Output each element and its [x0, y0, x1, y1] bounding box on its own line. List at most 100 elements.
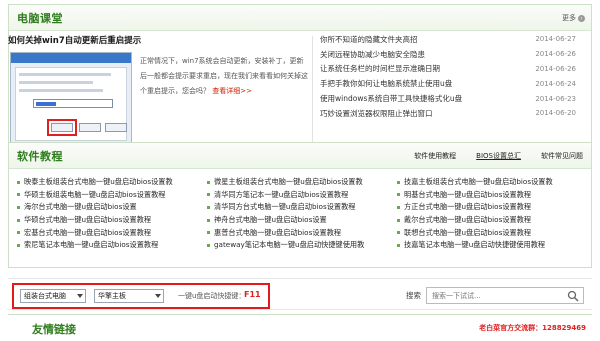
news-title[interactable]: 巧妙设置浏览器权限阻止弹出窗口 [320, 108, 433, 119]
column-divider [312, 36, 313, 156]
news-title[interactable]: 关闭远程协助减少电脑安全隐患 [320, 49, 425, 60]
brand-select[interactable]: 华擎主板 [94, 289, 164, 303]
bullet-icon [207, 193, 210, 197]
text-line-graphic [19, 73, 111, 76]
list-item[interactable]: 巧妙设置浏览器权限阻止弹出窗口 2014-06-20 [320, 106, 576, 121]
news-date: 2014-06-23 [535, 94, 576, 103]
list-item-label: 清华同方台式电脑一键u盘启动bios设置教程 [214, 202, 356, 212]
bullet-icon [207, 180, 210, 184]
list-item[interactable]: 华硕主板组装电脑一键u盘启动bios设置教程 [17, 189, 207, 202]
list-item-label: 华硕台式电脑一键u盘启动bios设置教程 [24, 215, 152, 225]
search-label: 搜索 [406, 291, 421, 300]
computer-class-header: 电脑课堂 更多 › [9, 5, 591, 31]
cancel-button-graphic [79, 123, 101, 132]
more-link[interactable]: 更多 › [562, 13, 585, 23]
text-line-graphic [19, 89, 103, 92]
dropdown-arrow-icon [155, 294, 161, 298]
hotkey-search-bar: 组装台式电脑 华擎主板 一键u盘启动快捷键： F11 搜索 [8, 278, 592, 310]
bios-tutorial-list: 映泰主板组装台式电脑一键u盘启动bios设置教 微星主板组装台式电脑一键u盘启动… [17, 176, 587, 252]
list-item[interactable]: 海尔台式电脑一键u盘启动bios设置 [17, 201, 207, 214]
list-item[interactable]: 清华同方笔记本一键u盘启动bios设置教程 [207, 189, 397, 202]
news-date: 2014-06-26 [535, 50, 576, 59]
news-date: 2014-06-20 [535, 109, 576, 118]
list-item[interactable]: 明基台式电脑一键u盘启动bios设置教程 [397, 189, 587, 202]
qq-group-contact[interactable]: 老白菜官方交流群：128829469 [479, 323, 586, 333]
list-item[interactable]: 技嘉主板组装台式电脑一键u盘启动bios设置教 [397, 176, 587, 189]
software-tutorial-panel: 软件教程 软件使用教程 BIOS设置总汇 软件常见问题 映泰主板组装台式电脑一键… [8, 142, 592, 268]
bullet-icon [207, 205, 210, 209]
input-field-graphic [33, 99, 113, 108]
hotkey-value: F11 [244, 290, 261, 299]
list-item[interactable]: 微星主板组装台式电脑一键u盘启动bios设置教 [207, 176, 397, 189]
news-title[interactable]: 手把手教你如何让电脑系统禁止使用u盘 [320, 78, 452, 89]
list-item[interactable]: 索尼笔记本电脑一键u盘启动bios设置教程 [17, 239, 207, 252]
list-item[interactable]: 宏基台式电脑一键u盘启动bios设置教程 [17, 226, 207, 239]
software-title: 软件教程 [17, 150, 63, 163]
list-item[interactable]: 惠普台式电脑一键u盘启动bios设置教程 [207, 226, 397, 239]
news-title[interactable]: 你所不知道的隐藏文件夹高招 [320, 34, 418, 45]
list-item[interactable]: 让系统任务栏的时间栏显示准确日期 2014-06-26 [320, 62, 576, 77]
bullet-icon [17, 231, 20, 235]
list-item[interactable]: 技嘉笔记本电脑一键u盘启动快捷键使用教程 [397, 239, 587, 252]
list-item[interactable]: 使用windows系统自带工具快捷格式化u盘 2014-06-23 [320, 91, 576, 106]
bullet-icon [397, 205, 400, 209]
list-item[interactable]: gateway笔记本电脑一键u盘启动快捷键使用教 [207, 239, 397, 252]
highlight-box-graphic [47, 119, 77, 136]
list-item-label: 技嘉主板组装台式电脑一键u盘启动bios设置教 [404, 177, 553, 187]
tab-software-faq[interactable]: 软件常见问题 [541, 151, 583, 161]
bullet-icon [397, 243, 400, 247]
bullet-icon [397, 218, 400, 222]
pc-type-value: 组装台式电脑 [24, 292, 66, 300]
list-item-label: 微星主板组装台式电脑一键u盘启动bios设置教 [214, 177, 363, 187]
list-item-label: 神舟台式电脑一键u盘启动bios设置 [214, 215, 327, 225]
bullet-icon [17, 180, 20, 184]
list-item[interactable]: 清华同方台式电脑一键u盘启动bios设置教程 [207, 201, 397, 214]
list-item[interactable]: 戴尔台式电脑一键u盘启动bios设置教程 [397, 214, 587, 227]
news-date: 2014-06-26 [535, 64, 576, 73]
list-item[interactable]: 方正台式电脑一键u盘启动bios设置教程 [397, 201, 587, 214]
bullet-icon [17, 243, 20, 247]
search-input[interactable] [427, 288, 557, 303]
pc-type-select[interactable]: 组装台式电脑 [20, 289, 86, 303]
bullet-icon [17, 193, 20, 197]
bullet-icon [207, 243, 210, 247]
bullet-icon [397, 231, 400, 235]
list-item[interactable]: 你所不知道的隐藏文件夹高招 2014-06-27 [320, 32, 576, 47]
tab-software-usage[interactable]: 软件使用教程 [414, 151, 456, 161]
search-icon[interactable] [567, 290, 579, 302]
feature-description: 正常情况下，win7系统会自动更新，安装补丁，更新后一般都会提示要求重启，现在我… [140, 54, 310, 99]
list-item[interactable]: 手把手教你如何让电脑系统禁止使用u盘 2014-06-24 [320, 76, 576, 91]
list-item-label: 技嘉笔记本电脑一键u盘启动快捷键使用教程 [404, 240, 546, 250]
computer-class-title: 电脑课堂 [17, 12, 63, 25]
software-header: 软件教程 软件使用教程 BIOS设置总汇 软件常见问题 [9, 143, 591, 169]
list-item-label: 索尼笔记本电脑一键u盘启动bios设置教程 [24, 240, 159, 250]
feature-thumbnail-image[interactable] [10, 52, 132, 146]
tab-bios-settings[interactable]: BIOS设置总汇 [476, 151, 521, 161]
list-item-label: 方正台式电脑一键u盘启动bios设置教程 [404, 202, 532, 212]
feature-article-title[interactable]: 如何关掉win7自动更新后重启提示 [8, 34, 141, 46]
list-item[interactable]: 映泰主板组装台式电脑一键u盘启动bios设置教 [17, 176, 207, 189]
list-item-label: gateway笔记本电脑一键u盘启动快捷键使用教 [214, 240, 365, 250]
software-tabs: 软件使用教程 BIOS设置总汇 软件常见问题 [414, 151, 583, 161]
list-item-label: 海尔台式电脑一键u盘启动bios设置 [24, 202, 137, 212]
list-item-label: 明基台式电脑一键u盘启动bios设置教程 [404, 189, 532, 199]
list-item-label: 清华同方笔记本一键u盘启动bios设置教程 [214, 189, 349, 199]
news-title[interactable]: 让系统任务栏的时间栏显示准确日期 [320, 63, 440, 74]
list-item-label: 惠普台式电脑一键u盘启动bios设置教程 [214, 227, 342, 237]
list-item-label: 映泰主板组装台式电脑一键u盘启动bios设置教 [24, 177, 173, 187]
dropdown-arrow-icon [77, 294, 83, 298]
list-item[interactable]: 联想台式电脑一键u盘启动bios设置教程 [397, 226, 587, 239]
chevron-right-icon: › [578, 14, 585, 22]
list-item-label: 宏基台式电脑一键u盘启动bios设置教程 [24, 227, 152, 237]
friend-links-title: 友情链接 [32, 323, 76, 336]
list-item[interactable]: 神舟台式电脑一键u盘启动bios设置 [207, 214, 397, 227]
news-date: 2014-06-27 [535, 35, 576, 44]
list-item[interactable]: 关闭远程协助减少电脑安全隐患 2014-06-26 [320, 47, 576, 62]
view-detail-link[interactable]: 查看详细>> [212, 87, 252, 95]
more-label: 更多 [562, 14, 576, 22]
bullet-icon [397, 193, 400, 197]
list-item[interactable]: 华硕台式电脑一键u盘启动bios设置教程 [17, 214, 207, 227]
news-title[interactable]: 使用windows系统自带工具快捷格式化u盘 [320, 93, 462, 104]
hotkey-label: 一键u盘启动快捷键： [178, 292, 246, 300]
search-box [426, 287, 584, 304]
